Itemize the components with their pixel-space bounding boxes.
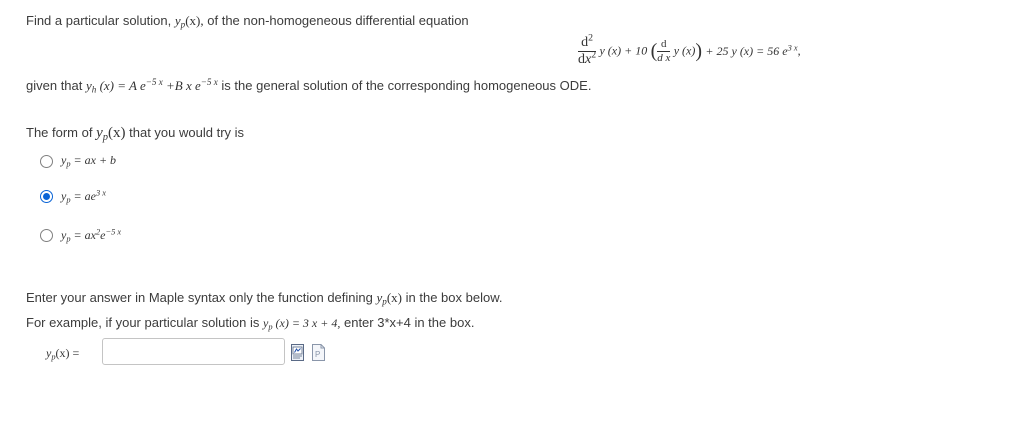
answer-input[interactable] <box>102 338 285 365</box>
homogeneous-solution: yh (x) = A e−5 x +B x e−5 x <box>86 77 218 95</box>
option-radio-1[interactable] <box>40 155 53 168</box>
first-derivative-operator: d d x <box>657 38 671 64</box>
answer-label: yp(x) = <box>46 346 80 362</box>
option-radio-2[interactable] <box>40 190 53 203</box>
svg-text:P: P <box>315 350 320 359</box>
given-statement: given that yh (x) = A e−5 x +B x e−5 x i… <box>26 77 592 95</box>
preview-icon[interactable]: P <box>312 344 325 361</box>
second-derivative-operator: d2 dx2 <box>578 32 597 67</box>
option-radio-3[interactable] <box>40 229 53 242</box>
instruction-line-1: Enter your answer in Maple syntax only t… <box>26 290 503 307</box>
question-intro: Find a particular solution, yp(x), of th… <box>26 13 469 30</box>
option-label-3[interactable]: yp = ax2e−5 x <box>61 228 121 244</box>
option-label-2[interactable]: yp = ae3 x <box>61 189 106 205</box>
equation-editor-icon[interactable] <box>291 344 304 361</box>
instruction-line-2: For example, if your particular solution… <box>26 315 475 332</box>
option-label-1[interactable]: yp = ax + b <box>61 153 116 168</box>
differential-equation: d2 dx2 y (x) + 10 ( d d x y (x)) + 25 y … <box>578 32 801 67</box>
form-prompt: The form of yp(x) that you would try is <box>26 125 245 144</box>
